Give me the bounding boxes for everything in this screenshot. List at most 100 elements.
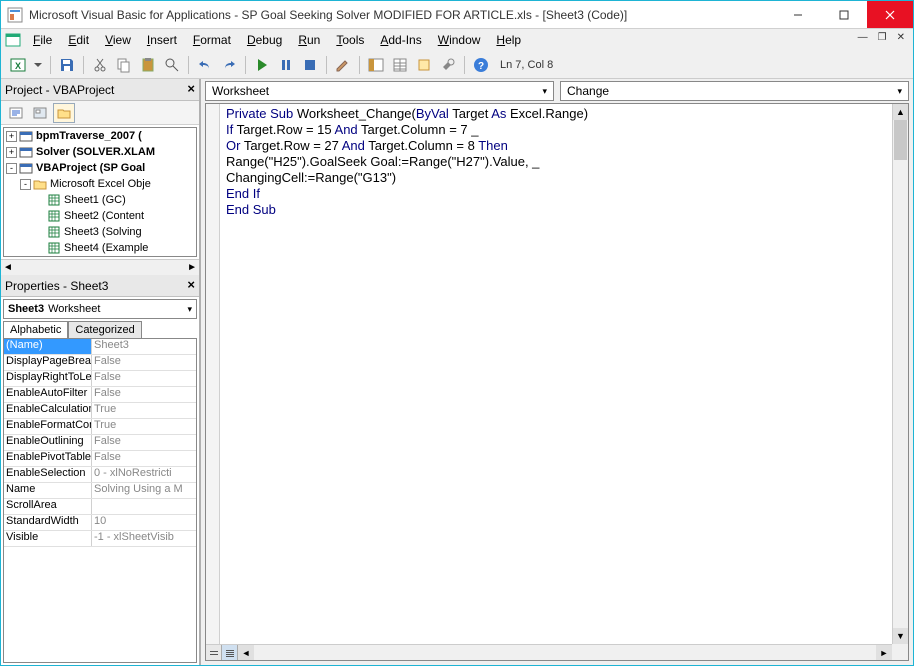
code-line[interactable]: ChangingCell:=Range("G13") [226, 170, 886, 186]
code-line[interactable]: Or Target.Row = 27 And Target.Column = 8… [226, 138, 886, 154]
tab-alphabetic[interactable]: Alphabetic [3, 321, 68, 338]
mdi-close-button[interactable]: ✕ [895, 32, 907, 43]
menu-add-ins[interactable]: Add-Ins [372, 31, 429, 49]
help-button[interactable]: ? [470, 54, 492, 76]
scroll-left-icon[interactable]: ◄ [238, 645, 254, 660]
property-row[interactable]: EnableCalculationTrue [4, 403, 196, 419]
scroll-right-icon[interactable]: ► [876, 645, 892, 660]
view-code-button[interactable] [5, 103, 27, 123]
procedure-selector[interactable]: Change ▾ [560, 81, 909, 101]
procedure-view-button[interactable] [206, 645, 222, 660]
scroll-up-icon[interactable]: ▲ [893, 104, 908, 120]
property-row[interactable]: StandardWidth10 [4, 515, 196, 531]
reset-button[interactable] [299, 54, 321, 76]
properties-pane-close-button[interactable]: × [187, 277, 195, 292]
property-value[interactable]: True [92, 403, 196, 418]
tree-node[interactable]: Sheet1 (GC) [4, 192, 196, 208]
scroll-down-icon[interactable]: ▼ [893, 628, 908, 644]
tree-node[interactable]: Sheet2 (Content [4, 208, 196, 224]
menu-help[interactable]: Help [488, 31, 529, 49]
undo-button[interactable] [194, 54, 216, 76]
property-value[interactable] [92, 499, 196, 514]
menu-tools[interactable]: Tools [328, 31, 372, 49]
code-line[interactable]: End If [226, 186, 886, 202]
property-row[interactable]: (Name)Sheet3 [4, 339, 196, 355]
tree-node[interactable]: Sheet3 (Solving [4, 224, 196, 240]
tree-toggle-icon[interactable]: - [6, 163, 17, 174]
properties-object-selector[interactable]: Sheet3 Worksheet ▾ [3, 299, 197, 319]
property-row[interactable]: EnableAutoFilterFalse [4, 387, 196, 403]
scroll-right-icon[interactable]: ► [187, 262, 197, 273]
close-button[interactable] [867, 1, 913, 28]
maximize-button[interactable] [821, 1, 867, 28]
menu-debug[interactable]: Debug [239, 31, 290, 49]
menu-insert[interactable]: Insert [139, 31, 185, 49]
tree-node[interactable]: Sheet6 (Goal Se [4, 256, 196, 257]
properties-window-button[interactable] [389, 54, 411, 76]
code-line[interactable]: If Target.Row = 15 And Target.Column = 7… [226, 122, 886, 138]
minimize-button[interactable] [775, 1, 821, 28]
menu-format[interactable]: Format [185, 31, 239, 49]
find-button[interactable] [161, 54, 183, 76]
tree-node[interactable]: +Solver (SOLVER.XLAM [4, 144, 196, 160]
code-line[interactable]: Range("H25").GoalSeek Goal:=Range("H27")… [226, 154, 886, 170]
copy-button[interactable] [113, 54, 135, 76]
mdi-minimize-button[interactable]: — [856, 32, 870, 43]
menu-edit[interactable]: Edit [60, 31, 97, 49]
scroll-thumb[interactable] [894, 120, 907, 160]
property-row[interactable]: Visible-1 - xlSheetVisib [4, 531, 196, 547]
mdi-restore-button[interactable]: ❐ [876, 32, 889, 43]
object-browser-button[interactable] [413, 54, 435, 76]
design-mode-button[interactable] [332, 54, 354, 76]
code-editor[interactable]: Private Sub Worksheet_Change(ByVal Targe… [205, 103, 909, 661]
tree-horizontal-scrollbar[interactable]: ◄ ► [1, 259, 199, 275]
property-value[interactable]: True [92, 419, 196, 434]
property-row[interactable]: NameSolving Using a M [4, 483, 196, 499]
paste-button[interactable] [137, 54, 159, 76]
property-value[interactable]: False [92, 355, 196, 370]
save-button[interactable] [56, 54, 78, 76]
tree-toggle-icon[interactable]: + [6, 131, 17, 142]
full-module-view-button[interactable] [222, 645, 238, 660]
insert-dropdown-button[interactable] [31, 54, 45, 76]
toggle-folders-button[interactable] [53, 103, 75, 123]
property-value[interactable]: False [92, 451, 196, 466]
view-excel-button[interactable]: X [7, 54, 29, 76]
view-object-button[interactable] [29, 103, 51, 123]
property-row[interactable]: ScrollArea [4, 499, 196, 515]
property-row[interactable]: EnableFormatConTrue [4, 419, 196, 435]
project-tree[interactable]: +bpmTraverse_2007 (+Solver (SOLVER.XLAM -… [3, 127, 197, 257]
break-button[interactable] [275, 54, 297, 76]
code-line[interactable]: Private Sub Worksheet_Change(ByVal Targe… [226, 106, 886, 122]
code-line[interactable]: End Sub [226, 202, 886, 218]
menu-file[interactable]: File [25, 31, 60, 49]
scroll-left-icon[interactable]: ◄ [3, 262, 13, 273]
code-area[interactable]: Private Sub Worksheet_Change(ByVal Targe… [220, 104, 892, 660]
project-explorer-button[interactable] [365, 54, 387, 76]
tree-node[interactable]: +bpmTraverse_2007 ( [4, 128, 196, 144]
redo-button[interactable] [218, 54, 240, 76]
code-margin[interactable] [206, 104, 220, 660]
property-value[interactable]: 10 [92, 515, 196, 530]
property-value[interactable]: Sheet3 [92, 339, 196, 354]
run-button[interactable] [251, 54, 273, 76]
property-value[interactable]: False [92, 387, 196, 402]
tree-node[interactable]: -Microsoft Excel Obje [4, 176, 196, 192]
menu-window[interactable]: Window [430, 31, 489, 49]
tree-toggle-icon[interactable]: + [6, 147, 17, 158]
tree-node[interactable]: Sheet4 (Example [4, 240, 196, 256]
property-row[interactable]: EnableOutliningFalse [4, 435, 196, 451]
property-value[interactable]: False [92, 371, 196, 386]
property-value[interactable]: False [92, 435, 196, 450]
menu-view[interactable]: View [97, 31, 139, 49]
toolbox-button[interactable] [437, 54, 459, 76]
tree-toggle-icon[interactable]: - [20, 179, 31, 190]
property-value[interactable]: -1 - xlSheetVisib [92, 531, 196, 546]
tab-categorized[interactable]: Categorized [68, 321, 141, 338]
project-pane-close-button[interactable]: × [187, 81, 195, 96]
property-row[interactable]: EnableSelection0 - xlNoRestricti [4, 467, 196, 483]
menu-run[interactable]: Run [290, 31, 328, 49]
property-row[interactable]: DisplayRightToLefFalse [4, 371, 196, 387]
property-row[interactable]: DisplayPageBreakFalse [4, 355, 196, 371]
object-selector[interactable]: Worksheet ▾ [205, 81, 554, 101]
